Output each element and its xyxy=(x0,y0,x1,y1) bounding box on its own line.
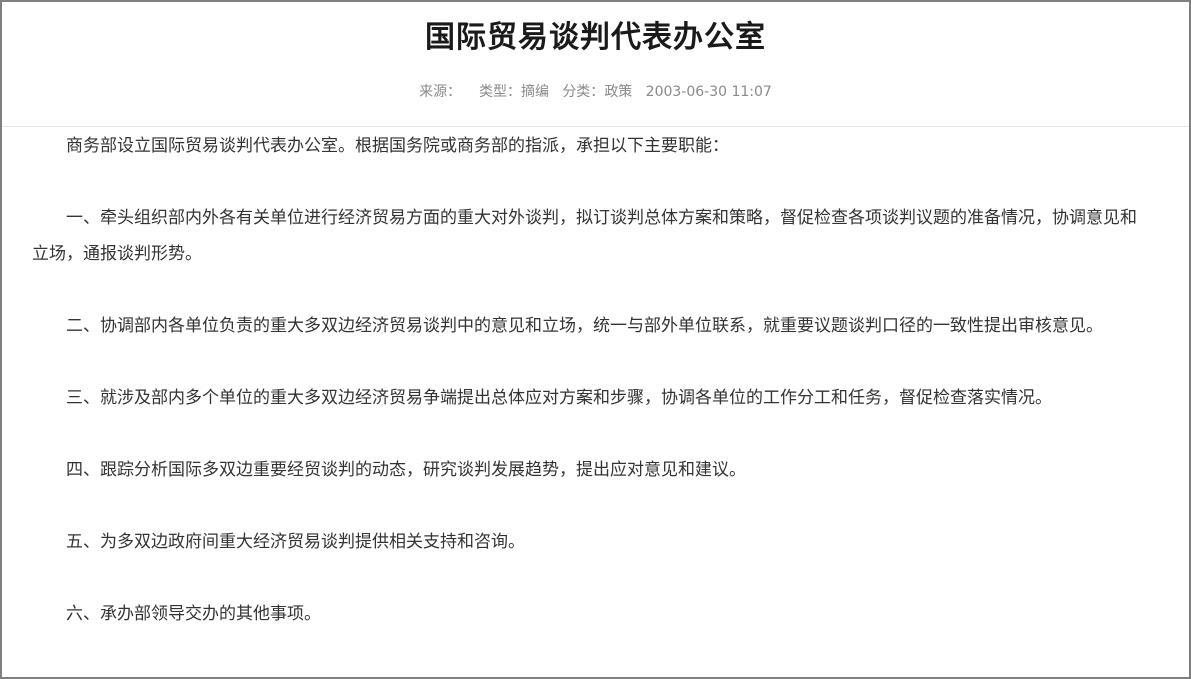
category-label: 分类： xyxy=(562,84,605,100)
article-meta: 来源： 类型：摘编 分类：政策 2003-06-30 11:07 xyxy=(2,82,1189,102)
paragraph-item-3: 三、就涉及部内多个单位的重大多双边经济贸易争端提出总体应对方案和步骤，协调各单位… xyxy=(66,388,1052,408)
paragraph-item-1: 一、牵头组织部内外各有关单位进行经济贸易方面的重大对外谈判，拟订谈判总体方案和策… xyxy=(32,208,1137,264)
category-value: 政策 xyxy=(604,84,633,100)
type-value: 摘编 xyxy=(520,84,549,100)
article-header: 国际贸易谈判代表办公室 来源： 类型：摘编 分类：政策 2003-06-30 1… xyxy=(2,2,1189,127)
article-body: 商务部设立国际贸易谈判代表办公室。根据国务院或商务部的指派，承担以下主要职能： … xyxy=(32,128,1142,632)
paragraph-item-4: 四、跟踪分析国际多双边重要经贸谈判的动态，研究谈判发展趋势，提出应对意见和建议。 xyxy=(66,460,746,480)
paragraph-item-6: 六、承办部领导交办的其他事项。 xyxy=(66,604,321,624)
type-label: 类型： xyxy=(478,84,521,100)
article-title: 国际贸易谈判代表办公室 xyxy=(425,20,766,55)
source-label: 来源： xyxy=(419,84,462,100)
paragraph-intro: 商务部设立国际贸易谈判代表办公室。根据国务院或商务部的指派，承担以下主要职能： xyxy=(66,136,729,156)
publish-datetime: 2003-06-30 11:07 xyxy=(645,84,772,100)
paragraph-item-2: 二、协调部内各单位负责的重大多双边经济贸易谈判中的意见和立场，统一与部外单位联系… xyxy=(66,316,1103,336)
article-page: 国际贸易谈判代表办公室 来源： 类型：摘编 分类：政策 2003-06-30 1… xyxy=(0,0,1191,679)
paragraph-item-5: 五、为多双边政府间重大经济贸易谈判提供相关支持和咨询。 xyxy=(66,532,525,552)
